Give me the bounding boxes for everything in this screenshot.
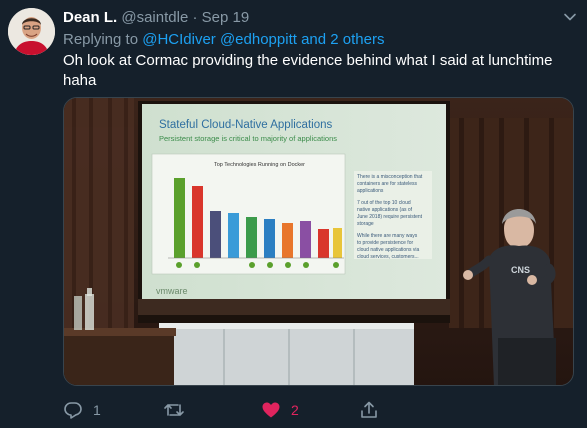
avatar[interactable]: [8, 8, 55, 55]
reply-count: 1: [93, 402, 101, 418]
tweet-date[interactable]: Sep 19: [202, 9, 250, 26]
svg-text:storage: storage: [357, 221, 374, 227]
tweet-actions: 1 2: [63, 398, 573, 422]
heart-icon: [262, 402, 280, 418]
slide-subtitle: Persistent storage is critical to majori…: [159, 134, 337, 143]
reply-button[interactable]: 1: [63, 398, 101, 422]
retweet-icon: [164, 404, 184, 416]
shirt-text: CNS: [511, 265, 530, 275]
svg-text:cloud native applications via: cloud native applications via: [357, 247, 419, 253]
svg-text:7 out of the top 10 cloud: 7 out of the top 10 cloud: [357, 200, 411, 206]
author-name[interactable]: Dean L.: [63, 9, 117, 26]
share-button[interactable]: [359, 398, 389, 422]
photo-scene: Stateful Cloud-Native Applications Persi…: [64, 98, 573, 385]
slide-chart-title: Top Technologies Running on Docker: [214, 162, 305, 168]
svg-text:There is a misconception that: There is a misconception that: [357, 174, 423, 180]
caret-down-icon[interactable]: [563, 10, 577, 24]
tweet-text: Oh look at Cormac providing the evidence…: [63, 52, 553, 89]
svg-text:containers are for stateless: containers are for stateless: [357, 181, 418, 187]
like-count: 2: [291, 402, 299, 418]
slide-brand: vmware: [156, 286, 188, 296]
like-button[interactable]: 2: [261, 398, 299, 422]
svg-text:While there are many ways: While there are many ways: [357, 233, 418, 239]
svg-text:native applications (as of: native applications (as of: [357, 207, 413, 213]
author-handle[interactable]: @saintdle: [121, 9, 188, 26]
reply-icon: [64, 402, 82, 419]
replying-to: Replying to @HCIdiver @edhoppitt and 2 o…: [63, 30, 384, 50]
tweet-header: Dean L. @saintdle · Sep 19: [63, 7, 577, 29]
share-icon: [361, 401, 377, 418]
separator-dot: ·: [192, 9, 198, 26]
svg-text:applications: applications: [357, 188, 384, 194]
tweet-photo[interactable]: Stateful Cloud-Native Applications Persi…: [63, 97, 574, 386]
svg-text:cloud services, customers...: cloud services, customers...: [357, 254, 419, 260]
slide-title: Stateful Cloud-Native Applications: [159, 119, 332, 131]
replying-prefix: Replying to: [63, 31, 139, 48]
svg-text:June 2018) require persistent: June 2018) require persistent: [357, 214, 423, 220]
reply-mentions-link[interactable]: @HCIdiver @edhoppitt and 2 others: [142, 31, 384, 48]
retweet-button[interactable]: [163, 398, 195, 422]
svg-text:to provide persistence for: to provide persistence for: [357, 240, 413, 246]
